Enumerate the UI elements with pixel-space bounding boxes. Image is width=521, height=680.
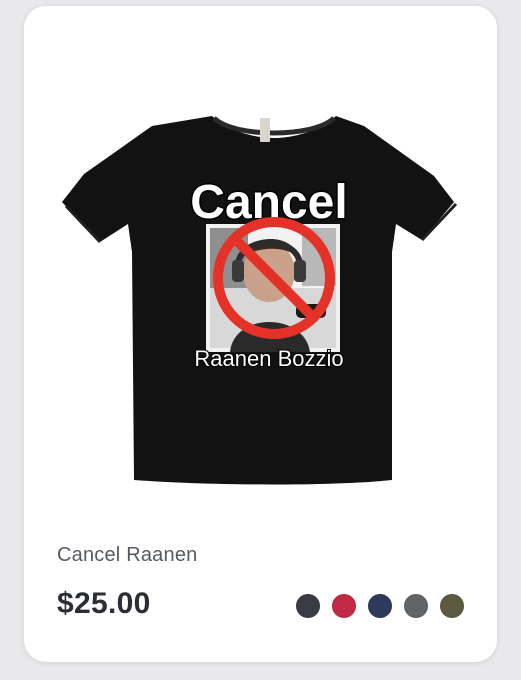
graphic-caption: Raanen Bozzio	[194, 346, 343, 371]
swatch-olive[interactable]	[440, 594, 464, 618]
swatch-navy[interactable]	[368, 594, 392, 618]
color-swatches	[296, 594, 464, 618]
product-price: $25.00	[57, 587, 151, 620]
product-image[interactable]: Cancel Raanen Bozzio	[24, 6, 497, 516]
product-name[interactable]: Cancel Raanen	[57, 544, 197, 567]
product-card[interactable]: Cancel Raanen Bozzio Cancel Raanen $25.0…	[24, 6, 497, 662]
swatch-dark-gray[interactable]	[296, 594, 320, 618]
swatch-gray[interactable]	[404, 594, 428, 618]
swatch-red[interactable]	[332, 594, 356, 618]
